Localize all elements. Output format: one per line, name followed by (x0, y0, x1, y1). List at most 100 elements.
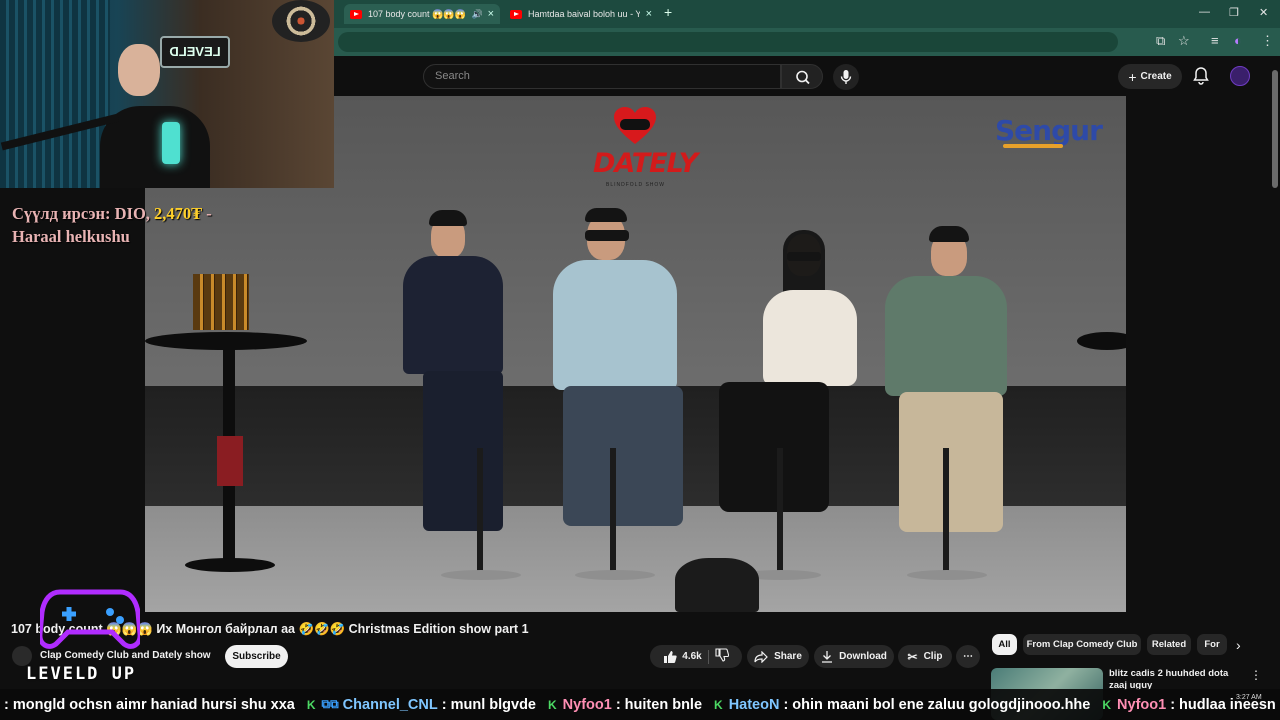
plus-icon: + (1128, 68, 1137, 85)
stool-base (907, 570, 987, 580)
stool-base (441, 570, 521, 580)
table-base (185, 558, 275, 572)
ticker-username: Nyfoo1 (1117, 696, 1167, 713)
speaker-icon[interactable]: 🔊 (472, 9, 483, 20)
kick-icon: K (306, 697, 316, 712)
kick-icon: K (548, 697, 557, 712)
chip-for-you[interactable]: For (1197, 634, 1227, 655)
donation-amount: 2,470₮ (154, 204, 203, 223)
close-tab-icon[interactable]: × (488, 8, 494, 20)
donation-alert: Сүүлд ирсэн: DIO, 2,470₮ - Haraal helkus… (12, 202, 212, 248)
share-label: Share (774, 651, 802, 662)
media-controls-icon[interactable]: ≡ (1211, 33, 1219, 48)
close-tab-icon[interactable]: × (646, 8, 652, 20)
search-button[interactable] (781, 64, 823, 89)
recommended-more-icon[interactable]: ⋮ (1250, 668, 1262, 682)
dislike-button[interactable] (715, 648, 729, 665)
search-input[interactable]: Search (423, 64, 781, 89)
youtube-favicon-icon (350, 9, 362, 19)
browser-menu-icon[interactable]: ⋮ (1261, 33, 1274, 49)
tab-label: Hamtdaa baival boloh uu - You (528, 9, 640, 19)
more-icon: ⋯ (963, 651, 973, 662)
divider (707, 649, 709, 664)
stool (477, 448, 483, 578)
youtube-favicon-icon (510, 9, 522, 19)
create-button[interactable]: + Create (1118, 64, 1182, 89)
dately-heart-logo-icon (614, 107, 656, 144)
create-label: Create (1140, 71, 1172, 82)
glowing-drink (162, 122, 180, 164)
stool (943, 448, 949, 578)
tab-label: 107 body count 😱😱😱 (368, 8, 466, 19)
user-avatar[interactable] (1230, 66, 1250, 86)
download-button[interactable]: Download (814, 645, 894, 668)
like-dislike-group: 4.6k (650, 645, 742, 668)
sengur-logo: Sengur (995, 114, 1103, 147)
minimize-button[interactable]: — (1199, 6, 1210, 18)
donation-message: Haraal helkushu (12, 227, 130, 246)
clip-label: Clip (923, 651, 943, 662)
chat-ticker: : mongld ochsn aimr haniad hursi shu xxa… (0, 689, 1280, 720)
search-icon (796, 70, 810, 85)
tab-active[interactable]: 107 body count 😱😱😱 🔊 × (344, 4, 500, 24)
dately-logo-subtitle: BLINDFOLD SHOW (606, 182, 666, 188)
ticker-message: : hudlaa ineesn hum (1170, 696, 1280, 713)
beer-bottles (193, 274, 249, 330)
ticker-message: : ohin maani bol ene zaluu gologdjinooo.… (783, 696, 1091, 713)
user-badge-icon: ⧉⧉ (321, 697, 339, 711)
donation-prefix: Сүүлд ирсэн: DIO, (12, 204, 155, 223)
ticker-username: Channel_CNL (342, 696, 438, 713)
microphone-icon (840, 70, 852, 84)
install-app-icon[interactable]: ⧉ (1156, 33, 1165, 49)
bell-icon (1193, 67, 1209, 85)
omnibox[interactable] (338, 32, 1118, 52)
ticker-message: : huiten bnle (615, 696, 703, 713)
like-button[interactable]: 4.6k (663, 650, 702, 664)
tab-inactive[interactable]: Hamtdaa baival boloh uu - You × (504, 4, 658, 24)
voice-search-button[interactable] (833, 64, 859, 90)
sengur-logo-swoosh (1003, 144, 1063, 148)
stool (610, 448, 616, 578)
like-count: 4.6k (682, 651, 702, 662)
system-clock: 3:27 AM (1236, 694, 1262, 701)
channel-avatar[interactable] (12, 646, 32, 666)
ticker-message: : munl blgvde (441, 696, 536, 713)
webcam-wall (0, 0, 110, 188)
chip-related[interactable]: Related (1147, 634, 1191, 655)
chevron-right-icon[interactable]: › (1236, 637, 1241, 653)
clip-button[interactable]: ✂ Clip (898, 645, 952, 668)
download-icon (822, 651, 833, 663)
kick-icon: K (1102, 697, 1112, 712)
extension-icon[interactable]: ◐ (1234, 33, 1242, 48)
thumbs-down-icon (715, 648, 729, 662)
streamer-webcam: LEVELD (0, 0, 334, 188)
download-label: Download (839, 651, 887, 662)
new-tab-button[interactable]: + (664, 4, 672, 20)
more-actions-button[interactable]: ⋯ (956, 645, 980, 668)
gamepad-logo-icon (40, 589, 140, 649)
scrollbar-thumb[interactable] (1272, 70, 1278, 188)
share-button[interactable]: Share (747, 645, 809, 668)
ticker-username: Nyfoo1 (562, 696, 612, 713)
notifications-button[interactable] (1192, 66, 1210, 91)
stage-light (675, 558, 759, 612)
stool-base (575, 570, 655, 580)
dately-logo: DATELY (593, 148, 698, 179)
restore-button[interactable]: ❐ (1229, 6, 1239, 19)
dartboard (272, 0, 330, 42)
subscribe-button[interactable]: Subscribe (225, 645, 288, 668)
thumbs-up-icon (664, 650, 677, 663)
share-icon (754, 650, 768, 663)
leveld-up-brand: LEVELD UP (26, 664, 137, 684)
red-bag (217, 436, 243, 486)
scissors-icon: ✂ (907, 649, 918, 664)
stool (777, 448, 783, 578)
chip-from-channel[interactable]: From Clap Comedy Club (1023, 634, 1141, 655)
donation-suffix: - (202, 204, 212, 223)
kick-icon: K (714, 697, 723, 712)
chip-all[interactable]: All (992, 634, 1017, 655)
bookmark-star-icon[interactable]: ☆ (1178, 33, 1190, 49)
ticker-message: : mongld ochsn aimr haniad hursi shu xxa (4, 696, 295, 713)
close-window-button[interactable]: ✕ (1259, 6, 1268, 19)
streamer-face (118, 44, 160, 96)
